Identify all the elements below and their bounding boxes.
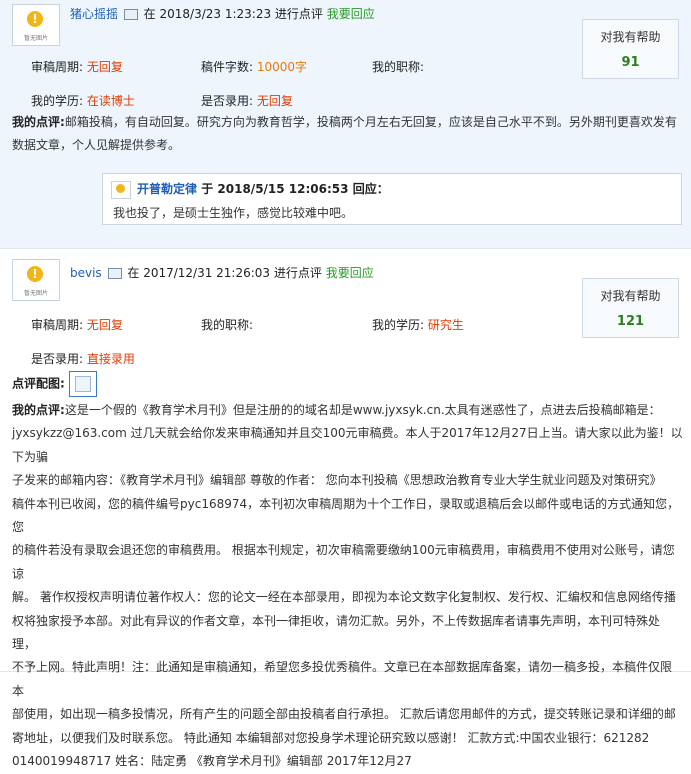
comment-text: 部使用，如出现一稿多投情况，所有产生的问题全部由投稿者自行承担。 汇款后请您用邮… (12, 707, 676, 722)
comment-text: 寄地址，以便我们及时联系您。 特此通知 本编辑部对您投身学术理论研究致以感谢！ … (12, 730, 650, 745)
avatar-placeholder-icon: ! (27, 11, 43, 27)
comment-text: 的稿件若没有录取会退还您的审稿费用。 根据本刊规定，初次审稿需要缴纳100元审稿… (12, 543, 675, 581)
review-cycle-value: 无回复 (86, 60, 123, 74)
comment-label: 我的点评: (12, 403, 65, 417)
job-title-label: 我的职称: (201, 318, 254, 332)
at-label: 在 (143, 7, 156, 21)
comment-label: 我的点评: (12, 115, 65, 129)
comment-text: jyxsykzz@163.com 过几天就会给你发来审稿通知并且交100元审稿费… (12, 426, 683, 464)
review-cycle-label: 审稿周期: (31, 60, 84, 74)
comment-text-2: 数据文章，个人见解提供参考。 (12, 138, 181, 153)
message-icon[interactable] (123, 9, 138, 20)
education-field: 我的学历: 在读博士 (31, 92, 135, 109)
comment-text: 权将独家授予本部。对此有异议的作者文章，本刊一律拒收，请勿汇款。另外，不上传数据… (12, 613, 661, 652)
avatar[interactable]: ! 暂无图片 (12, 259, 60, 301)
comment-block: 我的点评:邮箱投稿，有自动回复。研究方向为教育哲学，投稿两个月左右无回复，应该是… (12, 111, 683, 158)
job-title-field: 我的职称: (201, 316, 253, 333)
word-count-field: 稿件字数: 10000字 (201, 58, 307, 75)
image-thumbnail-icon[interactable] (68, 371, 97, 397)
comment-text: 稿件本刊已收阅，您的稿件编号pyc168974，本刊初次审稿周期为十个工作日，录… (12, 496, 680, 535)
comment-text: 解。 著作权授权声明请位著作权人：您的论文一经在本部录用，即视为本论文数字化复制… (12, 590, 676, 605)
accepted-field: 是否录用: 无回复 (201, 92, 293, 109)
accepted-label: 是否录用: (31, 352, 84, 366)
education-label: 我的学历: (31, 94, 84, 108)
comment-block: 我的点评:这是一个假的《教育学术月刊》但是注册的的域名却是www.jyxsyk.… (12, 399, 683, 774)
reply-box: 开普勒定律 于 2018/5/15 12:06:53 回应： 我也投了，是硕士生… (102, 173, 682, 225)
job-title-field: 我的职称: (372, 58, 424, 75)
helpful-count: 91 (621, 55, 640, 70)
helpful-box[interactable]: 对我有帮助 121 (582, 278, 679, 338)
job-title-label: 我的职称: (372, 60, 425, 74)
review-cycle-value: 无回复 (86, 318, 123, 332)
image-field: 点评配图: (12, 371, 97, 397)
review-cycle-field: 审稿周期: 无回复 (31, 58, 123, 75)
reply-action: 回应： (352, 182, 389, 196)
review-cycle-label: 审稿周期: (31, 318, 84, 332)
accepted-label: 是否录用: (201, 94, 254, 108)
avatar[interactable]: ! 暂无图片 (12, 4, 60, 46)
helpful-label: 对我有帮助 (600, 30, 661, 44)
comment-text-1: 邮箱投稿，有自动回复。研究方向为教育哲学，投稿两个月左右无回复，应该是自己水平不… (64, 115, 677, 129)
reply-at-label: 于 (201, 182, 214, 196)
comment-line: 我的点评:这是一个假的《教育学术月刊》但是注册的的域名却是www.jyxsyk.… (12, 399, 683, 422)
reply-text: 我也投了，是硕士生独作，感觉比较难中吧。 (113, 206, 354, 220)
reply-link[interactable]: 我要回应 (326, 266, 374, 280)
avatar-placeholder-icon: ! (27, 266, 43, 282)
accepted-field: 是否录用: 直接录用 (31, 350, 135, 367)
avatar-caption: 暂无图片 (23, 290, 48, 297)
post-header: bevis 在 2017/12/31 21:26:03 进行点评 我要回应 (70, 264, 374, 281)
word-count-value: 10000字 (256, 60, 308, 74)
comment-text: 不予上网。特此声明！注：此通知是审稿通知，希望您多投优秀稿件。文章已在本部数据库… (12, 660, 673, 698)
message-icon[interactable] (107, 268, 122, 279)
review-post-1: ! 暂无图片 猪心摇摇 在 2018/3/23 1:23:23 进行点评 我要回… (0, 0, 691, 249)
at-label: 在 (127, 266, 140, 280)
comment-line: 我的点评:邮箱投稿，有自动回复。研究方向为教育哲学，投稿两个月左右无回复，应该是… (12, 111, 683, 134)
author-name[interactable]: bevis (70, 266, 102, 280)
comment-text: 子发来的邮箱内容：《教育学术月刊》编辑部 尊敬的作者： 您向本刊投稿《思想政治教… (12, 473, 662, 488)
reply-author[interactable]: 开普勒定律 (137, 182, 197, 196)
education-value: 在读博士 (86, 94, 135, 108)
reply-header: 开普勒定律 于 2018/5/15 12:06:53 回应： (111, 180, 389, 199)
helpful-count: 121 (616, 314, 645, 329)
post-header: 猪心摇摇 在 2018/3/23 1:23:23 进行点评 我要回应 (70, 5, 375, 22)
reply-datetime: 2018/5/15 12:06:53 (217, 182, 349, 196)
helpful-label: 对我有帮助 (600, 289, 661, 303)
comment-text: 0140019948717 姓名：陆定勇 《教育学术月刊》编辑部 2017年12… (12, 754, 412, 769)
post-datetime: 2018/3/23 1:23:23 进行点评 (159, 7, 323, 21)
comment-text: 这是一个假的《教育学术月刊》但是注册的的域名却是www.jyxsyk.cn.太具… (64, 403, 661, 417)
education-value: 研究生 (427, 318, 464, 332)
education-field: 我的学历: 研究生 (372, 316, 464, 333)
post-datetime: 2017/12/31 21:26:03 进行点评 (143, 266, 322, 280)
image-label: 点评配图: (12, 376, 65, 391)
reply-avatar-icon (111, 180, 131, 199)
accepted-value: 无回复 (256, 94, 293, 108)
word-count-label: 稿件字数: (201, 60, 254, 74)
review-post-2: ! 暂无图片 bevis 在 2017/12/31 21:26:03 进行点评 … (0, 249, 691, 768)
education-label: 我的学历: (372, 318, 425, 332)
author-name[interactable]: 猪心摇摇 (70, 7, 118, 21)
review-cycle-field: 审稿周期: 无回复 (31, 316, 123, 333)
reply-link[interactable]: 我要回应 (327, 7, 375, 21)
avatar-caption: 暂无图片 (23, 35, 48, 42)
accepted-value: 直接录用 (86, 352, 135, 366)
helpful-box[interactable]: 对我有帮助 91 (582, 19, 679, 79)
